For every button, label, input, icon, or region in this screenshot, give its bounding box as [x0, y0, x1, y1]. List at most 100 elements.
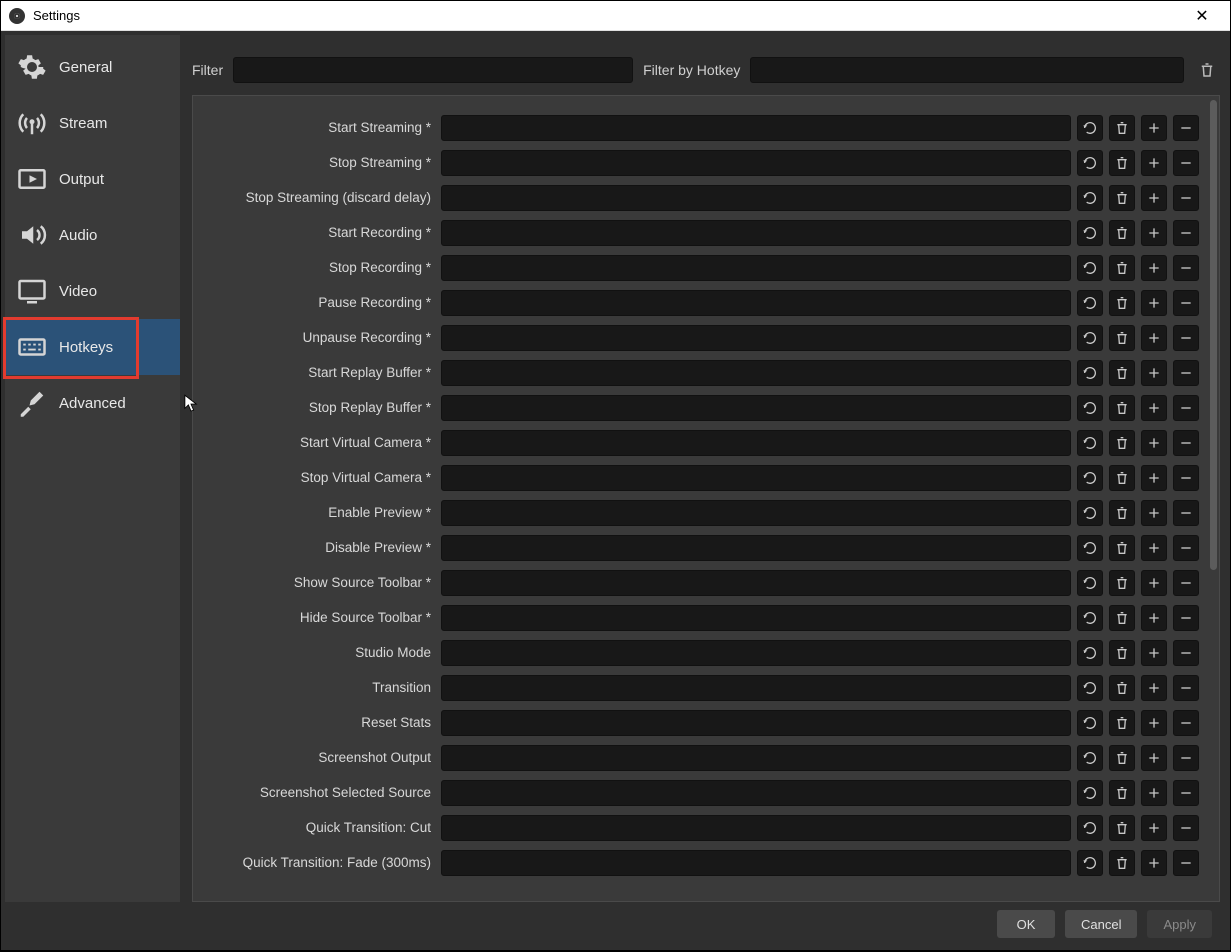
- hotkey-revert-button[interactable]: [1077, 115, 1103, 141]
- ok-button[interactable]: OK: [997, 910, 1055, 938]
- hotkey-remove-button[interactable]: [1173, 850, 1199, 876]
- hotkey-add-button[interactable]: [1141, 255, 1167, 281]
- hotkey-input[interactable]: [441, 395, 1071, 421]
- hotkey-remove-button[interactable]: [1173, 640, 1199, 666]
- hotkey-clear-button[interactable]: [1109, 500, 1135, 526]
- hotkey-add-button[interactable]: [1141, 325, 1167, 351]
- hotkey-add-button[interactable]: [1141, 570, 1167, 596]
- hotkey-input[interactable]: [441, 640, 1071, 666]
- scrollbar[interactable]: [1210, 100, 1217, 570]
- hotkey-revert-button[interactable]: [1077, 290, 1103, 316]
- hotkey-clear-button[interactable]: [1109, 535, 1135, 561]
- hotkey-remove-button[interactable]: [1173, 675, 1199, 701]
- hotkey-add-button[interactable]: [1141, 150, 1167, 176]
- hotkey-revert-button[interactable]: [1077, 850, 1103, 876]
- hotkey-clear-button[interactable]: [1109, 710, 1135, 736]
- sidebar-item-general[interactable]: General: [5, 39, 180, 95]
- hotkey-input[interactable]: [441, 850, 1071, 876]
- hotkey-add-button[interactable]: [1141, 360, 1167, 386]
- hotkey-remove-button[interactable]: [1173, 535, 1199, 561]
- hotkey-input[interactable]: [441, 360, 1071, 386]
- hotkey-remove-button[interactable]: [1173, 780, 1199, 806]
- hotkey-input[interactable]: [441, 290, 1071, 316]
- hotkey-input[interactable]: [441, 185, 1071, 211]
- hotkey-revert-button[interactable]: [1077, 150, 1103, 176]
- hotkey-remove-button[interactable]: [1173, 360, 1199, 386]
- hotkey-add-button[interactable]: [1141, 710, 1167, 736]
- hotkey-clear-button[interactable]: [1109, 395, 1135, 421]
- hotkey-clear-button[interactable]: [1109, 220, 1135, 246]
- hotkey-remove-button[interactable]: [1173, 325, 1199, 351]
- sidebar-item-stream[interactable]: Stream: [5, 95, 180, 151]
- hotkey-add-button[interactable]: [1141, 290, 1167, 316]
- hotkey-input[interactable]: [441, 220, 1071, 246]
- clear-filters-button[interactable]: [1194, 57, 1220, 83]
- hotkey-remove-button[interactable]: [1173, 500, 1199, 526]
- hotkey-revert-button[interactable]: [1077, 535, 1103, 561]
- hotkey-add-button[interactable]: [1141, 640, 1167, 666]
- hotkey-add-button[interactable]: [1141, 500, 1167, 526]
- hotkey-clear-button[interactable]: [1109, 430, 1135, 456]
- hotkey-input[interactable]: [441, 605, 1071, 631]
- hotkey-clear-button[interactable]: [1109, 115, 1135, 141]
- hotkey-remove-button[interactable]: [1173, 395, 1199, 421]
- hotkey-input[interactable]: [441, 255, 1071, 281]
- hotkey-add-button[interactable]: [1141, 745, 1167, 771]
- sidebar-item-video[interactable]: Video: [5, 263, 180, 319]
- hotkey-add-button[interactable]: [1141, 605, 1167, 631]
- hotkey-revert-button[interactable]: [1077, 500, 1103, 526]
- hotkey-remove-button[interactable]: [1173, 815, 1199, 841]
- close-button[interactable]: ✕: [1182, 2, 1222, 30]
- hotkey-add-button[interactable]: [1141, 675, 1167, 701]
- hotkey-clear-button[interactable]: [1109, 780, 1135, 806]
- hotkey-remove-button[interactable]: [1173, 115, 1199, 141]
- hotkey-revert-button[interactable]: [1077, 640, 1103, 666]
- hotkey-clear-button[interactable]: [1109, 360, 1135, 386]
- hotkey-input[interactable]: [441, 430, 1071, 456]
- hotkey-clear-button[interactable]: [1109, 465, 1135, 491]
- hotkey-input[interactable]: [441, 115, 1071, 141]
- hotkey-add-button[interactable]: [1141, 185, 1167, 211]
- hotkey-revert-button[interactable]: [1077, 395, 1103, 421]
- hotkey-revert-button[interactable]: [1077, 605, 1103, 631]
- hotkey-input[interactable]: [441, 570, 1071, 596]
- hotkey-add-button[interactable]: [1141, 850, 1167, 876]
- hotkey-revert-button[interactable]: [1077, 710, 1103, 736]
- hotkey-add-button[interactable]: [1141, 465, 1167, 491]
- hotkey-revert-button[interactable]: [1077, 360, 1103, 386]
- hotkey-remove-button[interactable]: [1173, 605, 1199, 631]
- hotkey-remove-button[interactable]: [1173, 255, 1199, 281]
- hotkey-revert-button[interactable]: [1077, 465, 1103, 491]
- hotkey-add-button[interactable]: [1141, 395, 1167, 421]
- sidebar-item-advanced[interactable]: Advanced: [5, 375, 180, 431]
- hotkey-revert-button[interactable]: [1077, 570, 1103, 596]
- hotkey-input[interactable]: [441, 815, 1071, 841]
- hotkey-add-button[interactable]: [1141, 430, 1167, 456]
- hotkey-revert-button[interactable]: [1077, 815, 1103, 841]
- hotkey-input[interactable]: [441, 325, 1071, 351]
- hotkey-revert-button[interactable]: [1077, 325, 1103, 351]
- hotkey-clear-button[interactable]: [1109, 850, 1135, 876]
- hotkey-clear-button[interactable]: [1109, 640, 1135, 666]
- sidebar-item-audio[interactable]: Audio: [5, 207, 180, 263]
- hotkey-add-button[interactable]: [1141, 535, 1167, 561]
- hotkey-revert-button[interactable]: [1077, 255, 1103, 281]
- hotkey-clear-button[interactable]: [1109, 290, 1135, 316]
- filter-by-hotkey-input[interactable]: [750, 57, 1184, 83]
- hotkey-clear-button[interactable]: [1109, 605, 1135, 631]
- hotkey-revert-button[interactable]: [1077, 185, 1103, 211]
- hotkey-add-button[interactable]: [1141, 115, 1167, 141]
- hotkey-remove-button[interactable]: [1173, 290, 1199, 316]
- hotkey-add-button[interactable]: [1141, 780, 1167, 806]
- hotkey-remove-button[interactable]: [1173, 150, 1199, 176]
- hotkey-clear-button[interactable]: [1109, 325, 1135, 351]
- hotkey-clear-button[interactable]: [1109, 150, 1135, 176]
- hotkey-remove-button[interactable]: [1173, 185, 1199, 211]
- cancel-button[interactable]: Cancel: [1065, 910, 1137, 938]
- hotkey-list[interactable]: Start Streaming *Stop Streaming *Stop St…: [193, 96, 1209, 901]
- hotkey-revert-button[interactable]: [1077, 675, 1103, 701]
- hotkey-revert-button[interactable]: [1077, 780, 1103, 806]
- hotkey-input[interactable]: [441, 745, 1071, 771]
- hotkey-clear-button[interactable]: [1109, 675, 1135, 701]
- hotkey-clear-button[interactable]: [1109, 745, 1135, 771]
